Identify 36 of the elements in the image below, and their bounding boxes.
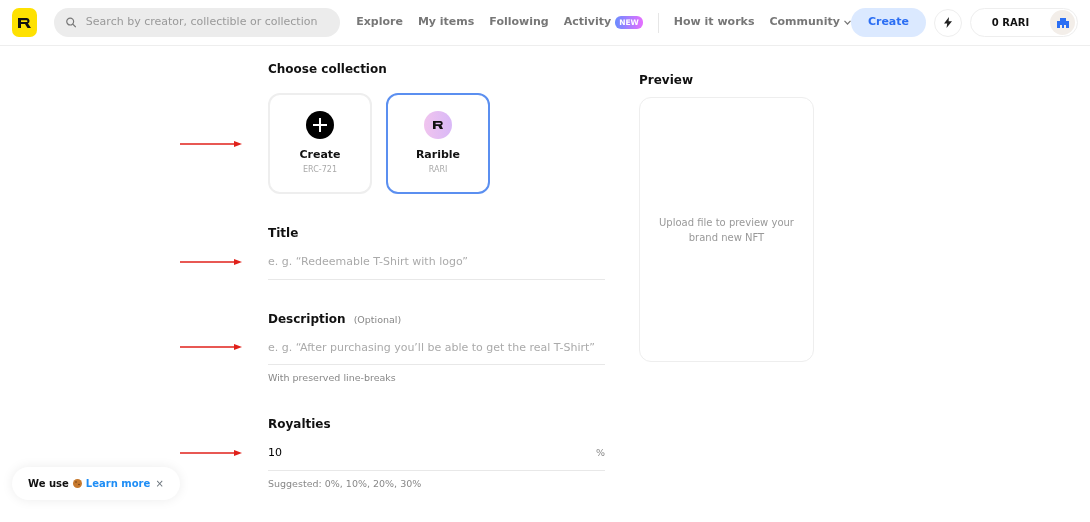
- optional-note: (Optional): [353, 312, 402, 327]
- field-label: Royalties: [268, 416, 331, 434]
- collection-card[interactable]: Create ERC-721: [268, 93, 372, 194]
- preview-label: Preview: [639, 72, 694, 89]
- search-icon: [65, 17, 76, 28]
- avatar-icon[interactable]: [1050, 10, 1075, 35]
- nav-link[interactable]: Following: [489, 14, 549, 31]
- collection-name: Create: [299, 147, 341, 164]
- nav-link[interactable]: How it works: [673, 14, 755, 31]
- collection-subtitle: RARI: [428, 163, 448, 176]
- nav-link[interactable]: Explore: [356, 14, 403, 31]
- plus-icon: [306, 111, 334, 140]
- help-text: Suggested: 0%, 10%, 20%, 30%: [268, 476, 423, 491]
- percent-suffix: %: [595, 446, 605, 461]
- logo-icon[interactable]: [12, 8, 37, 37]
- collection-name: Rarible: [415, 147, 461, 164]
- help-text: With preserved line-breaks: [268, 371, 397, 385]
- learn-more-link[interactable]: Learn more: [85, 476, 151, 491]
- search-field[interactable]: Search by creator, collectible or collection: [53, 8, 341, 37]
- search-input[interactable]: Search by creator, collectible or collection: [83, 13, 329, 32]
- balance-text: 0 RARI: [990, 16, 1031, 30]
- section-label: Choose collection: [268, 61, 388, 78]
- field-label: Title: [268, 225, 299, 242]
- cookie-text: We use: [28, 477, 69, 491]
- lightning-button[interactable]: [934, 8, 962, 37]
- nav-link[interactable]: Community: [769, 14, 851, 31]
- lightning-icon: [944, 17, 952, 28]
- rarible-logo-icon: [424, 111, 452, 140]
- close-button[interactable]: ×: [155, 476, 164, 491]
- nav-link[interactable]: My items: [417, 14, 475, 31]
- cookie-icon: [72, 479, 82, 488]
- collection-card[interactable]: Rarible RARI: [386, 93, 490, 194]
- field-label: Description: [268, 310, 346, 328]
- preview-message: Upload file to preview your brand new NFT: [658, 215, 795, 245]
- create-button[interactable]: Create: [850, 8, 926, 37]
- collection-subtitle: ERC-721: [303, 163, 337, 176]
